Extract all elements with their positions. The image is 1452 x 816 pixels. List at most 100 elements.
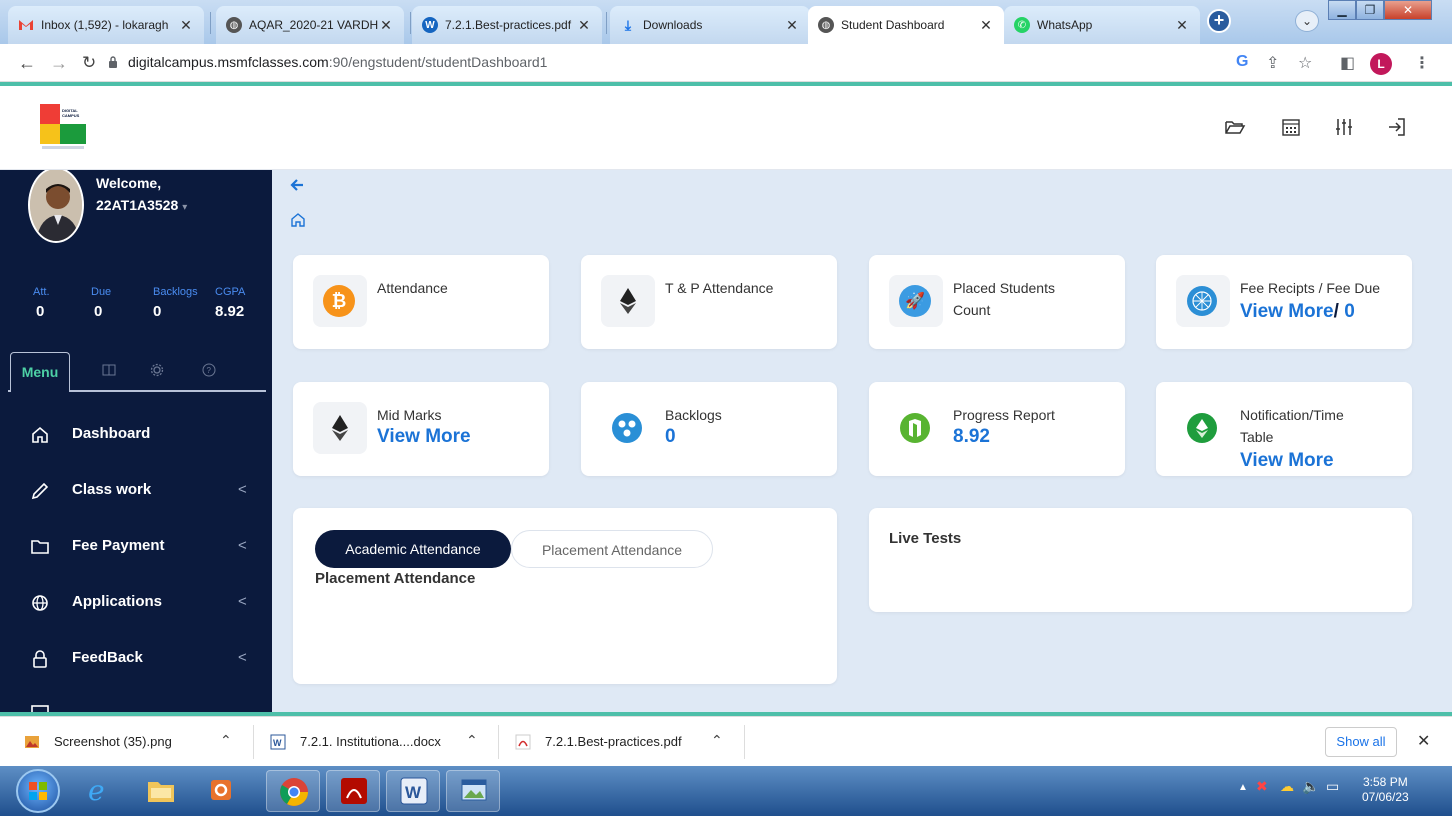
fee-receipts-card[interactable]: Fee Recipts / Fee Due View More/ 0	[1156, 255, 1412, 349]
lock-icon[interactable]	[108, 56, 118, 68]
profile-avatar[interactable]: L	[1370, 53, 1392, 75]
value-separator: /	[1333, 301, 1339, 322]
tab-placement-attendance[interactable]: Placement Attendance	[511, 530, 713, 568]
view-more-link[interactable]: View More	[1240, 450, 1334, 472]
digital-campus-logo[interactable]: DIGITAL CAMPUS	[40, 104, 86, 152]
gmail-icon	[18, 17, 34, 33]
close-window-button[interactable]: ✕	[1384, 0, 1432, 20]
backlogs-card[interactable]: Backlogs 0	[581, 382, 837, 476]
browser-menu-icon[interactable]: ⋮	[1414, 53, 1430, 73]
show-hidden-icons-icon[interactable]: ▲	[1238, 782, 1248, 793]
tab-close-icon[interactable]: ✕	[178, 17, 194, 34]
tab-close-icon[interactable]: ✕	[978, 17, 994, 34]
user-id: 22AT1A3528	[96, 197, 179, 213]
download-item[interactable]: W 7.2.1. Institutiona....docx ⌃	[270, 717, 490, 767]
card-title: Backlogs	[665, 407, 722, 423]
tab-separator	[410, 12, 411, 34]
view-more-link[interactable]: View More	[1240, 301, 1334, 322]
back-arrow-icon[interactable]	[290, 178, 304, 192]
fee-due-value: 0	[1344, 301, 1355, 322]
progress-report-card[interactable]: Progress Report 8.92	[869, 382, 1125, 476]
logout-icon[interactable]	[1386, 116, 1408, 138]
bitcoin-icon: ₿	[323, 285, 355, 317]
tab-close-icon[interactable]: ✕	[1174, 17, 1190, 34]
calendar-icon[interactable]	[1280, 116, 1302, 138]
volume-muted-icon[interactable]: 🔈	[1302, 778, 1319, 795]
card-icon-box	[601, 275, 655, 327]
url-field[interactable]: digitalcampus.msmfclasses.com:90/engstud…	[128, 54, 547, 70]
sidebar-item-class-work[interactable]: Class work <	[0, 466, 272, 516]
browser-tab-student-dashboard[interactable]: ◍ Student Dashboard ✕	[808, 6, 1004, 44]
taskbar-word[interactable]: W	[386, 770, 440, 812]
windows-logo-icon	[29, 782, 47, 800]
close-downloads-icon[interactable]: ✕	[1417, 731, 1430, 751]
attendance-card[interactable]: ₿ Attendance	[293, 255, 549, 349]
sidebar-item-label: Applications	[72, 593, 163, 610]
sidebar-item-feedback[interactable]: FeedBack <	[0, 634, 272, 684]
sidebar-item-dashboard[interactable]: Dashboard	[0, 410, 272, 460]
taskbar-ie[interactable]: e	[74, 770, 128, 812]
home-icon	[32, 426, 48, 443]
browser-tab-strip: Inbox (1,592) - lokaragh ✕ ◍ AQAR_2020-2…	[0, 0, 1452, 44]
new-tab-button[interactable]: +	[1207, 9, 1231, 33]
browser-tab-downloads[interactable]: ⤓ Downloads ✕	[610, 6, 810, 44]
reload-icon[interactable]: ↻	[82, 53, 96, 73]
network-warning-icon[interactable]: ☁	[1280, 778, 1294, 795]
tab-academic-attendance[interactable]: Academic Attendance	[315, 530, 511, 568]
security-alert-icon[interactable]: ✖	[1256, 778, 1268, 795]
display-icon[interactable]: ▭	[1326, 778, 1339, 795]
share-icon[interactable]: ⇪	[1266, 53, 1279, 73]
chevron-up-icon[interactable]: ⌃	[220, 732, 232, 749]
tab-close-icon[interactable]: ✕	[576, 17, 592, 34]
download-item[interactable]: 7.2.1.Best-practices.pdf ⌃	[515, 717, 735, 767]
browser-tab-whatsapp[interactable]: ✆ WhatsApp ✕	[1004, 6, 1200, 44]
tab-menu[interactable]: Menu	[10, 352, 70, 392]
tab-close-icon[interactable]: ✕	[784, 17, 800, 34]
back-arrow-icon[interactable]: ←	[18, 53, 36, 74]
tab-close-icon[interactable]: ✕	[378, 17, 394, 34]
browser-tab-aqar[interactable]: ◍ AQAR_2020-21 VARDH ✕	[216, 6, 404, 44]
google-icon[interactable]: G	[1236, 53, 1248, 71]
taskbar-outlook[interactable]	[194, 770, 248, 812]
user-id-dropdown[interactable]: 22AT1A3528 ▾	[96, 197, 187, 213]
download-separator	[498, 725, 499, 759]
avatar[interactable]	[28, 170, 84, 243]
tab-search-button[interactable]: ⌄	[1295, 10, 1319, 32]
forward-arrow-icon[interactable]: →	[50, 53, 68, 74]
ethereum-classic-icon	[1187, 413, 1217, 443]
stat-label-due: Due	[91, 286, 112, 298]
bookmark-star-icon[interactable]: ☆	[1298, 53, 1312, 73]
maximize-button[interactable]: ❐	[1356, 0, 1384, 20]
show-all-button[interactable]: Show all	[1325, 727, 1397, 757]
browser-tab-gmail[interactable]: Inbox (1,592) - lokaragh ✕	[8, 6, 204, 44]
folder-open-icon[interactable]	[1224, 116, 1246, 138]
mid-marks-card[interactable]: Mid Marks View More	[293, 382, 549, 476]
tp-attendance-card[interactable]: T & P Attendance	[581, 255, 837, 349]
settings-sliders-icon[interactable]	[1333, 116, 1355, 138]
taskbar-window-app[interactable]	[446, 770, 500, 812]
book-icon[interactable]	[102, 363, 116, 377]
card-title: Attendance	[377, 280, 448, 296]
chevron-up-icon[interactable]: ⌃	[466, 732, 478, 749]
sidebar-item-fee-payment[interactable]: Fee Payment <	[0, 522, 272, 572]
notification-timetable-card[interactable]: Notification/Time Table View More	[1156, 382, 1412, 476]
placed-students-card[interactable]: 🚀 Placed Students Count	[869, 255, 1125, 349]
minimize-button[interactable]: ▁	[1328, 0, 1356, 20]
windows-start-button[interactable]	[16, 769, 60, 813]
gear-icon[interactable]	[150, 363, 164, 377]
taskbar-explorer[interactable]	[134, 770, 188, 812]
taskbar-clock[interactable]: 3:58 PM 07/06/23	[1362, 775, 1409, 805]
card-value: 8.92	[953, 426, 990, 447]
taskbar-chrome[interactable]	[266, 770, 320, 812]
side-panel-icon[interactable]: ◧	[1340, 53, 1355, 73]
home-breadcrumb-icon[interactable]	[290, 212, 306, 228]
chevron-up-icon[interactable]: ⌃	[711, 732, 723, 749]
help-icon[interactable]: ?	[202, 363, 216, 377]
browser-tab-pdf[interactable]: W 7.2.1.Best-practices.pdf ✕	[412, 6, 602, 44]
network-coin-icon	[1187, 286, 1217, 316]
taskbar: e W ▲ ✖ ☁ 🔈 ▭ 3:58 PM 07/06/23	[0, 766, 1452, 816]
download-item[interactable]: Screenshot (35).png ⌃	[24, 717, 244, 767]
sidebar-item-applications[interactable]: Applications <	[0, 578, 272, 628]
taskbar-acrobat[interactable]	[326, 770, 380, 812]
view-more-link[interactable]: View More	[377, 426, 471, 448]
